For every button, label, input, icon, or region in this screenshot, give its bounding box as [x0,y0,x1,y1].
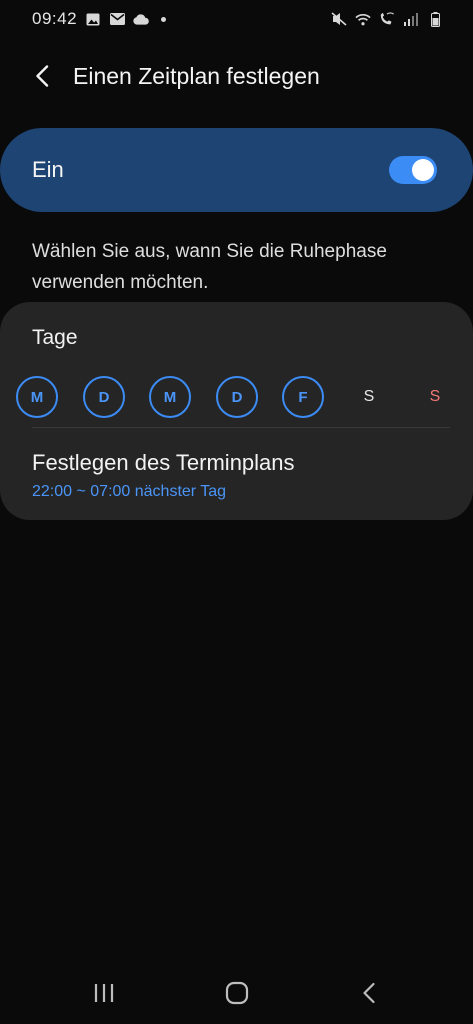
day-selector: M D M D F S S [16,376,462,418]
master-toggle-switch[interactable] [389,156,437,184]
gallery-icon [85,11,101,27]
mail-icon [109,11,125,27]
signal-icon [403,11,419,27]
master-switch-row[interactable]: Ein [0,128,473,212]
day-friday[interactable]: F [282,376,324,418]
home-icon [225,981,249,1005]
wifi-calling-icon [379,11,395,27]
recent-apps-button[interactable] [84,976,124,1010]
navigation-bar [0,962,473,1024]
master-switch-label: Ein [32,157,64,182]
status-time: 09:42 [32,9,78,28]
day-tuesday[interactable]: D [83,376,125,418]
days-section-title: Tage [32,326,78,349]
home-button[interactable] [217,976,257,1010]
dot-icon [161,16,167,22]
back-button[interactable] [22,56,62,96]
schedule-row[interactable]: Festlegen des Terminplans 22:00 ~ 07:00 … [0,428,473,508]
days-card: Tage M D M D F S S Festlegen des Terminp… [0,302,473,520]
day-sunday[interactable]: S [414,376,456,418]
status-right [331,11,443,27]
mute-vibrate-icon [331,11,347,27]
cloud-icon [133,11,149,27]
page-title: Einen Zeitplan festlegen [73,62,320,89]
toggle-knob [412,159,434,181]
schedule-time-range: 22:00 ~ 07:00 nächster Tag [32,483,227,500]
day-saturday[interactable]: S [348,376,390,418]
nav-back-button[interactable] [349,976,389,1010]
chevron-left-icon [36,65,49,87]
day-monday[interactable]: M [16,376,58,418]
day-thursday[interactable]: D [216,376,258,418]
description-text: Wählen Sie aus, wann Sie die Ruhephase v… [32,241,387,293]
schedule-title: Festlegen des Terminplans [32,450,295,475]
battery-icon [427,11,443,27]
back-icon [363,982,375,1004]
wifi-icon [355,11,371,27]
day-wednesday[interactable]: M [149,376,191,418]
status-bar: 09:42 [0,0,473,38]
recent-apps-icon [94,984,114,1002]
app-bar: Einen Zeitplan festlegen [0,50,473,102]
status-left: 09:42 [32,9,167,29]
